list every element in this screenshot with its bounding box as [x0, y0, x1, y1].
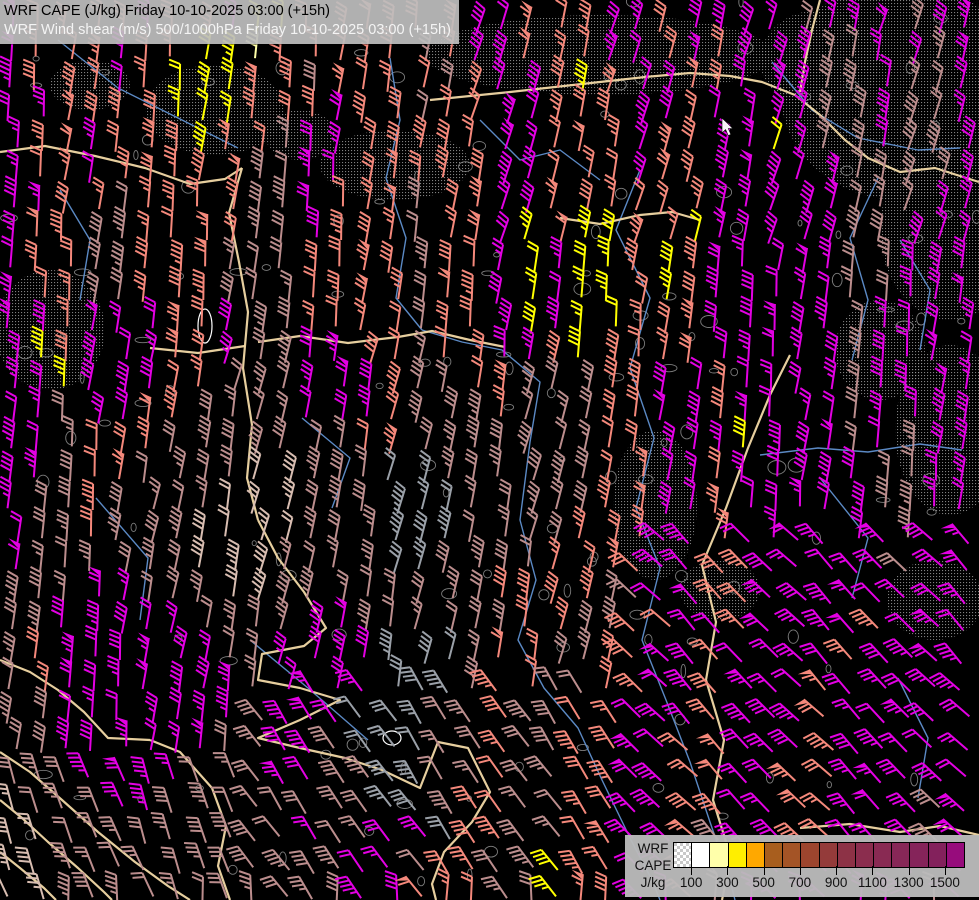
map-canvas: [0, 0, 979, 900]
title-line-shear: WRF Wind shear (m/s) 500/1000hPa Friday …: [4, 21, 451, 40]
title-line-cape: WRF CAPE (J/kg) Friday 10-10-2025 03:00 …: [4, 2, 451, 21]
stipple-region: [613, 430, 697, 580]
legend-swatch-6: [783, 843, 801, 867]
legend-tick-label: 100: [671, 875, 711, 890]
legend-tick: [945, 866, 946, 875]
legend-swatch-2: [710, 843, 728, 867]
legend-tick: [872, 866, 873, 875]
legend-title-model: WRF: [631, 840, 675, 857]
legend-title: WRF CAPE J/kg: [631, 840, 675, 891]
legend-swatch-10: [856, 843, 874, 867]
legend-tick: [800, 866, 801, 875]
legend-swatch-9: [838, 843, 856, 867]
legend-tick: [691, 866, 692, 875]
legend-swatch-4: [747, 843, 765, 867]
legend-swatch-0: [674, 843, 692, 867]
legend-tick: [727, 866, 728, 875]
legend-tick: [764, 866, 765, 875]
legend-title-param: CAPE: [631, 857, 675, 874]
wrf-weather-map: WRF CAPE (J/kg) Friday 10-10-2025 03:00 …: [0, 0, 979, 900]
legend-tick-label: 500: [744, 875, 784, 890]
legend-swatch-8: [820, 843, 838, 867]
legend-swatch-3: [729, 843, 747, 867]
legend-swatch-13: [910, 843, 928, 867]
legend-tick-label: 1100: [852, 875, 892, 890]
title-box: WRF CAPE (J/kg) Friday 10-10-2025 03:00 …: [0, 0, 459, 44]
legend-tick-label: 700: [780, 875, 820, 890]
stipple-region: [887, 560, 979, 640]
legend-swatch-7: [801, 843, 819, 867]
legend-swatch-11: [874, 843, 892, 867]
legend-tick: [909, 866, 910, 875]
legend-swatch-14: [929, 843, 947, 867]
legend-title-unit: J/kg: [631, 874, 675, 891]
legend-tick-label: 900: [816, 875, 856, 890]
legend-swatch-5: [765, 843, 783, 867]
stipple-region: [145, 65, 285, 155]
cape-legend: WRF CAPE J/kg 10030050070090011001300150…: [625, 835, 979, 897]
legend-swatch-12: [892, 843, 910, 867]
legend-swatch-15: [947, 843, 964, 867]
legend-swatch-1: [692, 843, 710, 867]
legend-tick-label: 1500: [925, 875, 965, 890]
legend-tick-label: 1300: [889, 875, 929, 890]
legend-colorbar: [673, 842, 965, 868]
legend-tick-label: 300: [707, 875, 747, 890]
legend-tick: [836, 866, 837, 875]
